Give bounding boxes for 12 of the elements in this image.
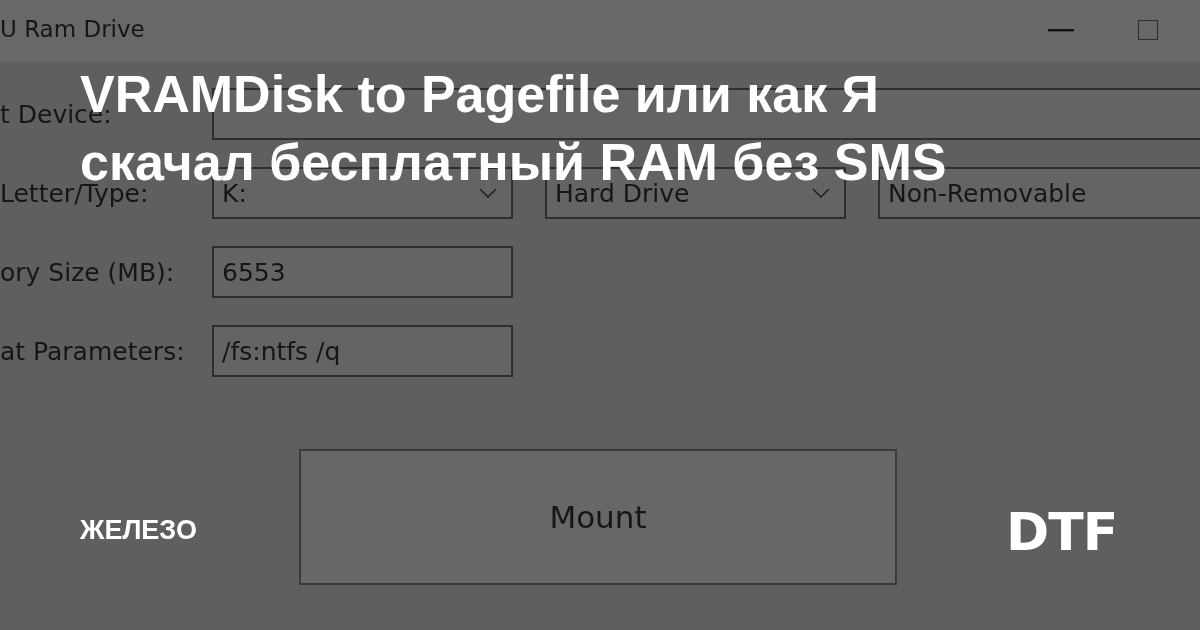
field-label: ory Size (MB): [0, 257, 176, 287]
caret-icon [479, 188, 497, 198]
caret-icon [812, 188, 830, 198]
mount-button[interactable]: Mount [299, 449, 897, 585]
minimize-icon[interactable] [1048, 29, 1074, 33]
category-label[interactable]: ЖЕЛЕЗО [80, 515, 197, 546]
window-title: U Ram Drive [0, 16, 145, 42]
input-field[interactable]: 6553 [212, 246, 513, 298]
field-label: at Parameters: [0, 336, 186, 366]
maximize-icon[interactable] [1138, 20, 1158, 40]
input-field[interactable]: /fs:ntfs /q [212, 325, 513, 377]
site-logo: DTF [1006, 502, 1118, 562]
